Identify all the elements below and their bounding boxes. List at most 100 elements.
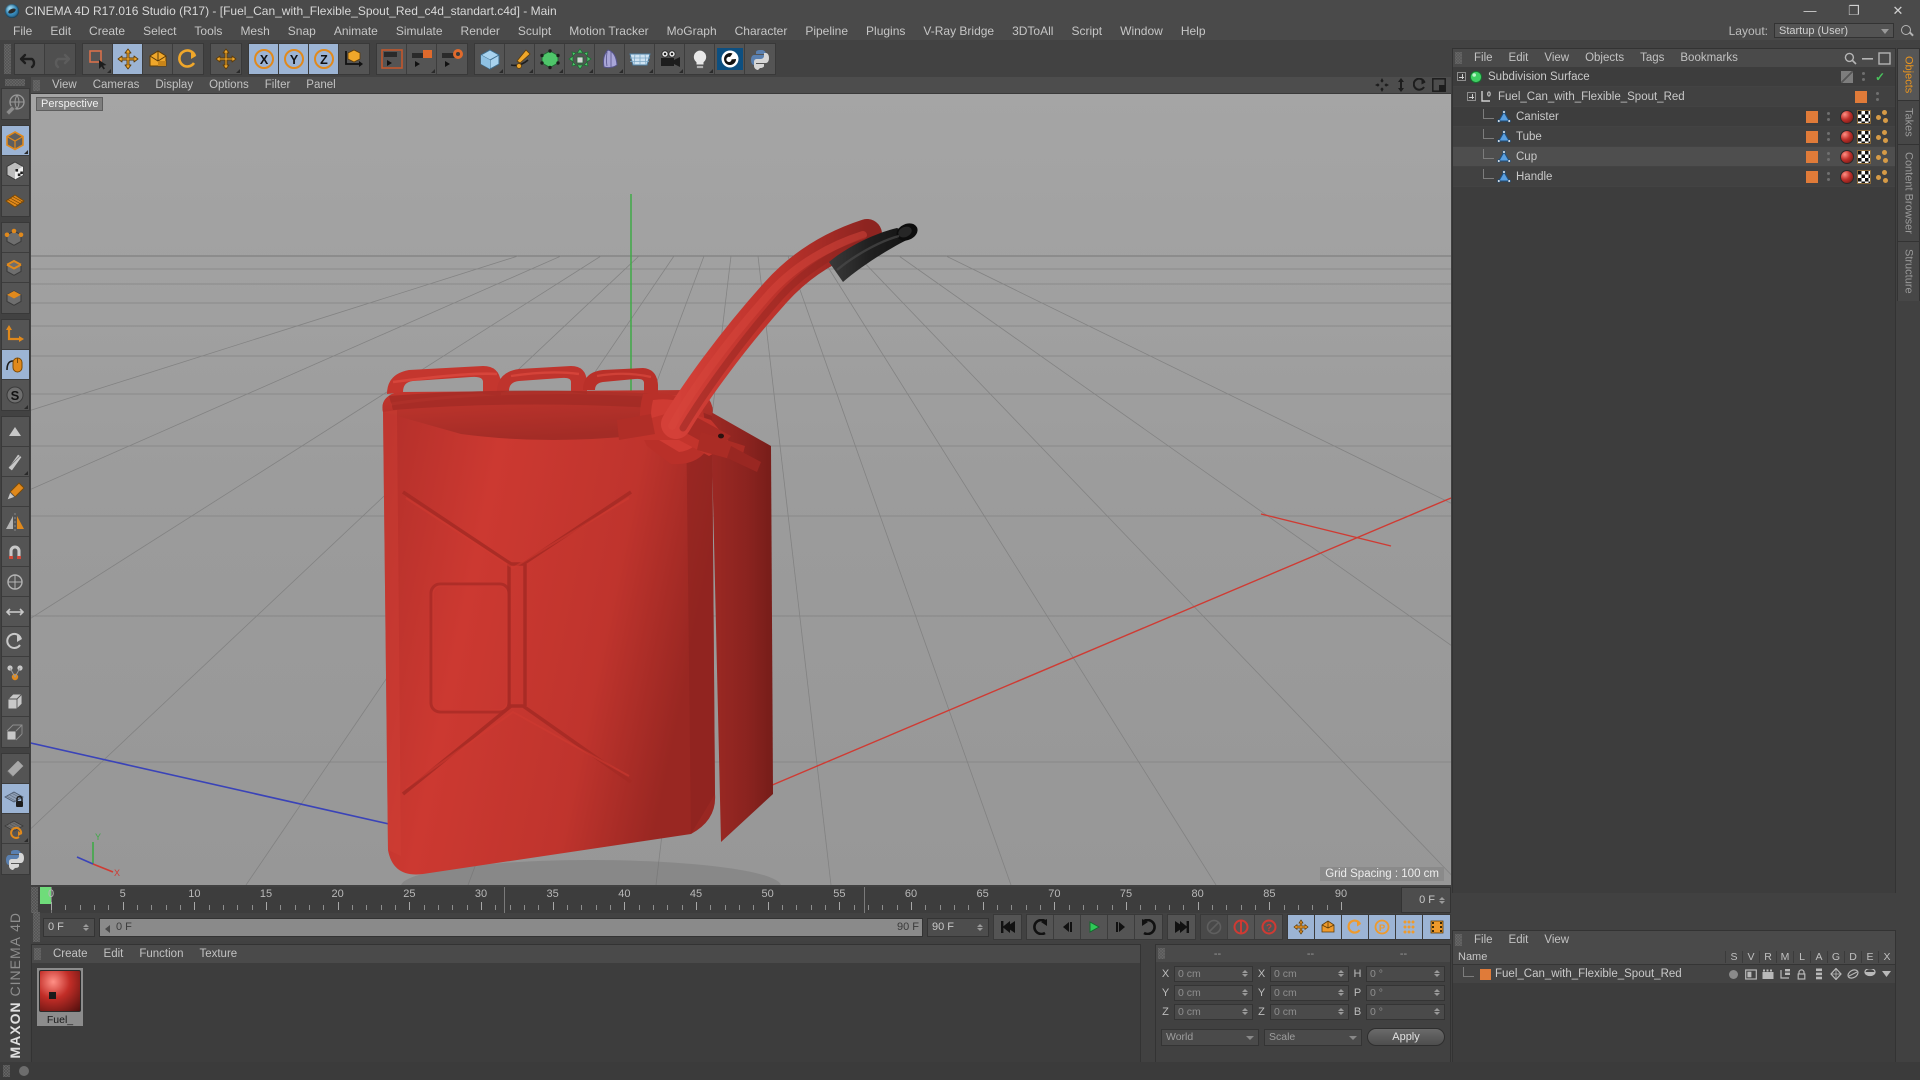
uvw-tag-icon[interactable]: [1874, 109, 1889, 124]
texture-tag-icon[interactable]: [1857, 149, 1871, 164]
redo-button[interactable]: [45, 43, 75, 74]
layer-col-g[interactable]: G: [1827, 950, 1844, 963]
layer-col-l[interactable]: L: [1793, 950, 1810, 963]
timeline-grip[interactable]: [31, 887, 38, 913]
menu-plugins[interactable]: Plugins: [857, 22, 914, 40]
enable-check-icon[interactable]: ✓: [1875, 70, 1885, 84]
menu-simulate[interactable]: Simulate: [387, 22, 452, 40]
search-icon[interactable]: [1900, 24, 1914, 38]
material-tag-icon[interactable]: [1840, 109, 1854, 124]
layer-visible-cell[interactable]: [1742, 968, 1759, 980]
stepper-icon[interactable]: [1241, 970, 1249, 977]
stepper-icon[interactable]: [1433, 970, 1441, 977]
workplane-rotate-button[interactable]: [1, 814, 29, 844]
viewport-menu-display[interactable]: Display: [147, 78, 201, 92]
edge-mode-button[interactable]: [1, 253, 29, 283]
uvw-tag-icon[interactable]: [1874, 129, 1889, 144]
next-frame-button[interactable]: [1108, 915, 1135, 939]
magnet-tool-button[interactable]: [1, 537, 29, 567]
python-tool-button[interactable]: [1, 844, 29, 874]
object-row-fuel-can-group[interactable]: 0 Fuel_Can_with_Flexible_Spout_Red: [1453, 87, 1895, 107]
size-x-input[interactable]: 0 cm: [1270, 966, 1349, 982]
menu-create[interactable]: Create: [80, 22, 134, 40]
record-scale-button[interactable]: [1315, 915, 1342, 939]
scale-tool[interactable]: [143, 43, 173, 74]
display-color-swatch[interactable]: [1806, 150, 1818, 163]
minimize-button[interactable]: —: [1788, 0, 1832, 21]
display-color-swatch[interactable]: [1806, 110, 1818, 123]
viewport-3d-canvas[interactable]: Perspective Grid Spacing : 100 cm Y X: [31, 94, 1451, 885]
visibility-dots[interactable]: [1824, 172, 1833, 181]
object-row-cup[interactable]: Cup: [1453, 147, 1895, 167]
lm-menu-edit[interactable]: Edit: [1501, 933, 1537, 947]
point-mode-button[interactable]: [1, 223, 29, 253]
timeline-ruler[interactable]: 0 5 10 15 20 25 30 35 40 45 50 55 60 65 70 75 80 85 90: [38, 887, 1397, 913]
brush-tool-button[interactable]: [1, 477, 29, 507]
menu-window[interactable]: Window: [1111, 22, 1172, 40]
viewport-menu-filter[interactable]: Filter: [257, 78, 299, 92]
left-toolbar-grip[interactable]: [5, 79, 25, 86]
menu-sculpt[interactable]: Sculpt: [509, 22, 560, 40]
menu-3dtoall[interactable]: 3DToAll: [1003, 22, 1062, 40]
play-button[interactable]: [1081, 915, 1108, 939]
add-generator-button[interactable]: [535, 43, 565, 74]
layer-color-swatch[interactable]: [1480, 968, 1491, 980]
go-to-start-button[interactable]: [994, 915, 1021, 939]
toggle-layout-icon[interactable]: [1432, 78, 1446, 92]
size-y-input[interactable]: 0 cm: [1270, 985, 1349, 1001]
menu-edit[interactable]: Edit: [41, 22, 80, 40]
uvw-tag-icon[interactable]: [1874, 149, 1889, 164]
layer-col-r[interactable]: R: [1759, 950, 1776, 963]
stepper-icon[interactable]: [1438, 896, 1446, 904]
keyframe-selection-button[interactable]: ?: [1255, 915, 1282, 939]
layer-xref-cell[interactable]: [1878, 969, 1895, 979]
transform-mode-dropdown[interactable]: Scale: [1264, 1028, 1362, 1046]
texture-tag-icon[interactable]: [1857, 169, 1871, 184]
tab-objects[interactable]: Objects: [1897, 48, 1920, 101]
layer-row-fuel-can[interactable]: Fuel_Can_with_Flexible_Spout_Red: [1453, 965, 1895, 983]
stepper-icon[interactable]: [1241, 989, 1249, 996]
visibility-dots[interactable]: [1873, 92, 1882, 101]
stepper-icon[interactable]: [1337, 989, 1345, 996]
viewport-menu-options[interactable]: Options: [201, 78, 257, 92]
display-color-swatch[interactable]: [1855, 90, 1867, 103]
om-menu-bookmarks[interactable]: Bookmarks: [1672, 51, 1746, 65]
record-rotation-button[interactable]: [1342, 915, 1369, 939]
object-tags[interactable]: [1840, 109, 1889, 124]
display-color-swatch[interactable]: [1806, 170, 1818, 183]
slide-tool-button[interactable]: [1, 597, 29, 627]
object-row-tube[interactable]: Tube: [1453, 127, 1895, 147]
size-z-input[interactable]: 0 cm: [1270, 1004, 1349, 1020]
material-item-fuel[interactable]: Fuel_: [37, 968, 83, 1026]
stepper-icon[interactable]: [1337, 1008, 1345, 1015]
layer-animation-cell[interactable]: [1810, 968, 1827, 980]
weld-tool-button[interactable]: [1, 657, 29, 687]
undo-button[interactable]: [15, 43, 45, 74]
move-up-button[interactable]: [1, 417, 29, 447]
add-cloth-button[interactable]: [625, 43, 655, 74]
layer-col-s[interactable]: S: [1725, 950, 1742, 963]
add-cube-button[interactable]: [475, 43, 505, 74]
add-light-button[interactable]: [685, 43, 715, 74]
om-menu-objects[interactable]: Objects: [1577, 51, 1632, 65]
tab-content-browser[interactable]: Content Browser: [1897, 144, 1920, 241]
menu-file[interactable]: File: [4, 22, 41, 40]
visibility-dots[interactable]: [1859, 72, 1868, 81]
zoom-view-icon[interactable]: [1394, 78, 1408, 92]
om-menu-view[interactable]: View: [1536, 51, 1577, 65]
rotation-h-input[interactable]: 0 °: [1366, 966, 1445, 982]
object-row-handle[interactable]: Handle: [1453, 167, 1895, 187]
anim-start-frame-field[interactable]: 0 F: [43, 917, 95, 937]
tab-structure[interactable]: Structure: [1897, 240, 1920, 301]
record-parameter-button[interactable]: P: [1369, 915, 1396, 939]
mm-menu-edit[interactable]: Edit: [96, 947, 132, 961]
expand-toggle-icon[interactable]: [1467, 92, 1476, 101]
texture-mode-button[interactable]: [1, 156, 29, 186]
go-to-end-button[interactable]: [1168, 915, 1195, 939]
add-scene-nodes-button[interactable]: [715, 43, 745, 74]
lock-z-axis-button[interactable]: Z: [309, 43, 339, 74]
lock-x-axis-button[interactable]: X: [249, 43, 279, 74]
rotation-p-input[interactable]: 0 °: [1366, 985, 1445, 1001]
layer-col-v[interactable]: V: [1742, 950, 1759, 963]
move-alt-tool[interactable]: [211, 43, 241, 74]
